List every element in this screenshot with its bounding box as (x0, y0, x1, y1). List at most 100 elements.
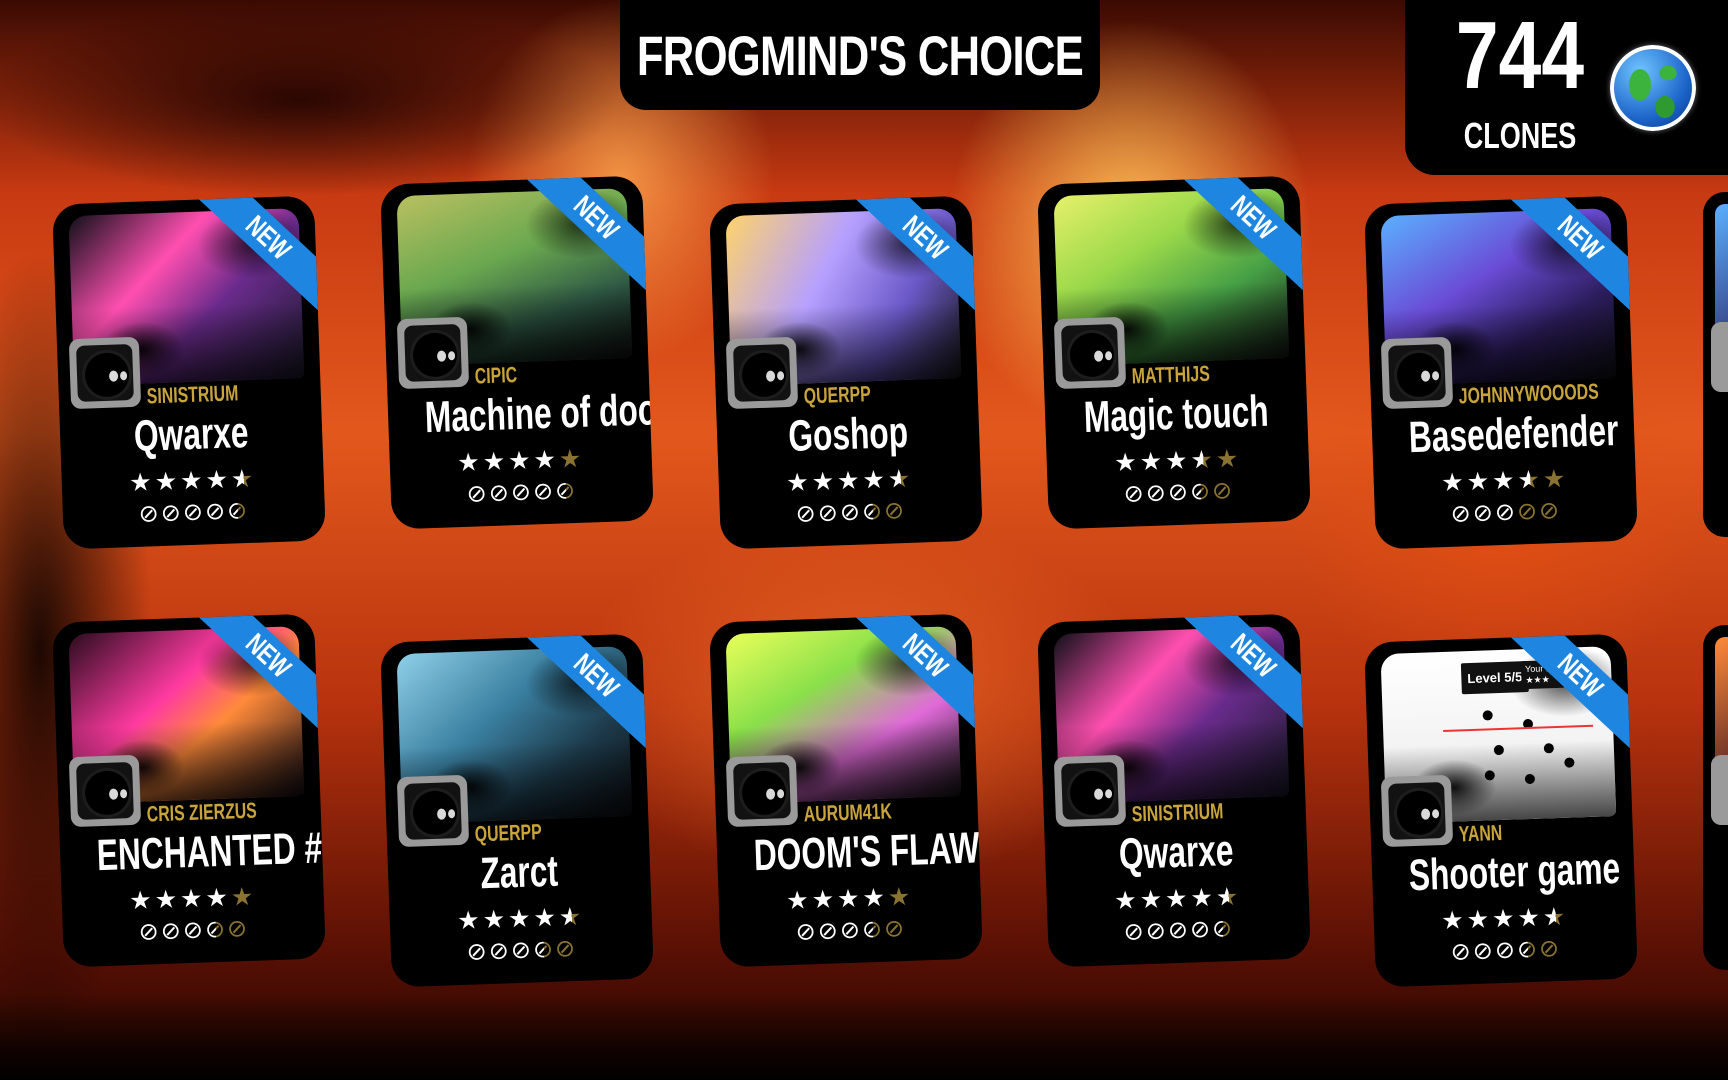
level-author: CIPIC (474, 362, 518, 389)
level-name: Zarct (479, 846, 559, 899)
skull-icon: ⊘ (817, 916, 841, 946)
star-icon: ★ (558, 901, 585, 932)
skull-icon: ⊘ (226, 913, 250, 943)
difficulty-rating: ⊘⊘⊘⊘⊘ (391, 475, 654, 508)
skull-icon: ⊘ (1145, 916, 1169, 946)
level-card[interactable]: NEW MATTHIJS Magic touch ★★★★★ ⊘⊘⊘⊘⊘ (1037, 175, 1311, 530)
skull-icon: ⊘ (554, 933, 578, 963)
level-author: SINISTRIUM (1131, 798, 1224, 827)
obstacle-dot (1493, 744, 1505, 756)
obstacle-dot (1482, 710, 1493, 721)
laser-line (1443, 724, 1594, 732)
star-icon: ★ (482, 904, 509, 935)
difficulty-rating: ⊘⊘⊘⊘⊘ (1048, 913, 1311, 946)
star-rating: ★★★★★ (1046, 881, 1309, 915)
star-icon: ★ (785, 467, 813, 498)
difficulty-rating: ⊘⊘⊘⊘⊘ (720, 495, 983, 528)
page-title: FROGMIND'S CHOICE (636, 23, 1084, 87)
difficulty-rating: ⊘⊘⊘⊘⊘ (1375, 495, 1638, 528)
skull-icon: ⊘ (883, 913, 907, 943)
star-icon: ★ (1189, 882, 1217, 913)
star-icon: ★ (204, 464, 232, 495)
star-icon: ★ (128, 885, 156, 916)
clone-face-icon (1388, 781, 1446, 840)
difficulty-rating: ⊘⊘⊘⊘⊘ (63, 495, 326, 528)
star-icon: ★ (532, 444, 560, 475)
clone-avatar-icon (1711, 755, 1728, 825)
star-icon: ★ (507, 445, 534, 476)
level-card[interactable]: NEW CRIS ZIERZUS ENCHANTED #HW ★★★★★ ⊘⊘⊘⊘⊘ (52, 613, 326, 968)
level-author: SINISTRIUM (146, 380, 239, 409)
star-icon: ★ (1215, 443, 1242, 474)
star-icon: ★ (230, 463, 257, 494)
star-icon: ★ (1491, 465, 1518, 496)
skull-icon: ⊘ (1167, 477, 1191, 507)
star-icon: ★ (811, 466, 838, 497)
skull-icon: ⊘ (204, 496, 228, 526)
star-icon: ★ (154, 884, 181, 915)
level-author: CRIS ZIERZUS (146, 797, 258, 827)
level-card[interactable]: NEW CIPIC Machine of doom ★★★★★ ⊘⊘⊘⊘⊘ (380, 175, 654, 530)
skull-icon: ⊘ (1167, 915, 1191, 945)
star-icon: ★ (507, 903, 534, 934)
star-rating: ★★★★★ (718, 463, 981, 497)
star-icon: ★ (532, 902, 560, 933)
star-icon: ★ (1139, 446, 1166, 477)
title-banner: FROGMIND'S CHOICE (620, 0, 1100, 110)
star-rating: ★★★★★ (1046, 443, 1309, 477)
star-icon: ★ (128, 467, 156, 498)
difficulty-rating: ⊘⊘⊘⊘⊘ (63, 913, 326, 946)
level-card[interactable]: NEW QUERPP Zarct ★★★★★ ⊘⊘⊘⊘⊘ (380, 633, 654, 988)
star-icon: ★ (456, 447, 484, 478)
star-icon: ★ (1542, 901, 1569, 932)
skull-icon: ⊘ (1538, 495, 1562, 525)
globe-icon[interactable] (1610, 45, 1696, 131)
skull-icon: ⊘ (466, 479, 490, 508)
clones-count: 744 (1455, 2, 1585, 109)
level-card[interactable]: NEW SINISTRIUM Qwarxe ★★★★★ ⊘⊘⊘⊘⊘ (1037, 613, 1311, 968)
skull-icon: ⊘ (1211, 913, 1235, 943)
skull-icon: ⊘ (1472, 936, 1496, 966)
star-icon: ★ (1440, 467, 1468, 498)
obstacle-dot (1543, 743, 1555, 754)
star-icon: ★ (861, 882, 889, 913)
skull-icon: ⊘ (1189, 914, 1213, 944)
offscreen-level-card[interactable] (1703, 625, 1728, 970)
clone-avatar-icon (396, 316, 470, 390)
level-name: Shooter game (1408, 843, 1621, 901)
star-icon: ★ (1516, 902, 1544, 933)
skull-icon: ⊘ (160, 916, 184, 946)
level-name: ENCHANTED #HW (96, 821, 326, 881)
star-icon: ★ (1113, 885, 1141, 916)
level-card[interactable]: NEW JOHNNYWOOODS Basedefender ★★★★★ ⊘⊘⊘⊘⊘ (1364, 195, 1638, 550)
level-card[interactable]: NEW QUERPP Goshop ★★★★★ ⊘⊘⊘⊘⊘ (709, 195, 983, 550)
star-rating: ★★★★★ (61, 881, 324, 915)
difficulty-rating: ⊘⊘⊘⊘⊘ (1048, 475, 1311, 508)
star-rating: ★★★★★ (718, 881, 981, 915)
level-author: MATTHIJS (1131, 360, 1211, 389)
skull-icon: ⊘ (1123, 917, 1147, 946)
skull-icon: ⊘ (839, 915, 863, 945)
level-author: AURUM41K (803, 798, 893, 827)
clone-avatar-icon (1380, 774, 1454, 848)
skull-icon: ⊘ (226, 495, 250, 525)
star-icon: ★ (811, 884, 838, 915)
level-author: JOHNNYWOOODS (1458, 378, 1600, 409)
star-icon: ★ (1466, 466, 1493, 497)
clone-face-icon (76, 761, 134, 820)
clone-face-icon (733, 343, 791, 402)
star-icon: ★ (1139, 884, 1166, 915)
clone-avatar-icon (68, 754, 142, 828)
star-icon: ★ (558, 443, 585, 474)
level-name: Magic touch (1082, 386, 1270, 443)
level-card[interactable]: NEW SINISTRIUM Qwarxe ★★★★★ ⊘⊘⊘⊘⊘ (52, 195, 326, 550)
star-icon: ★ (836, 465, 863, 496)
level-card[interactable]: NEW AURUM41K DOOM'S FLAW ★★★★★ ⊘⊘⊘⊘⊘ (709, 613, 983, 968)
skull-icon: ⊘ (510, 935, 534, 965)
star-icon: ★ (836, 883, 863, 914)
level-card[interactable]: Level 5/5 Your Li... ★★★ NEW YANN Shooter gam… (1364, 633, 1638, 988)
offscreen-level-card[interactable] (1703, 192, 1728, 537)
star-icon: ★ (785, 885, 813, 916)
star-icon: ★ (204, 882, 232, 913)
star-icon: ★ (1113, 447, 1141, 478)
